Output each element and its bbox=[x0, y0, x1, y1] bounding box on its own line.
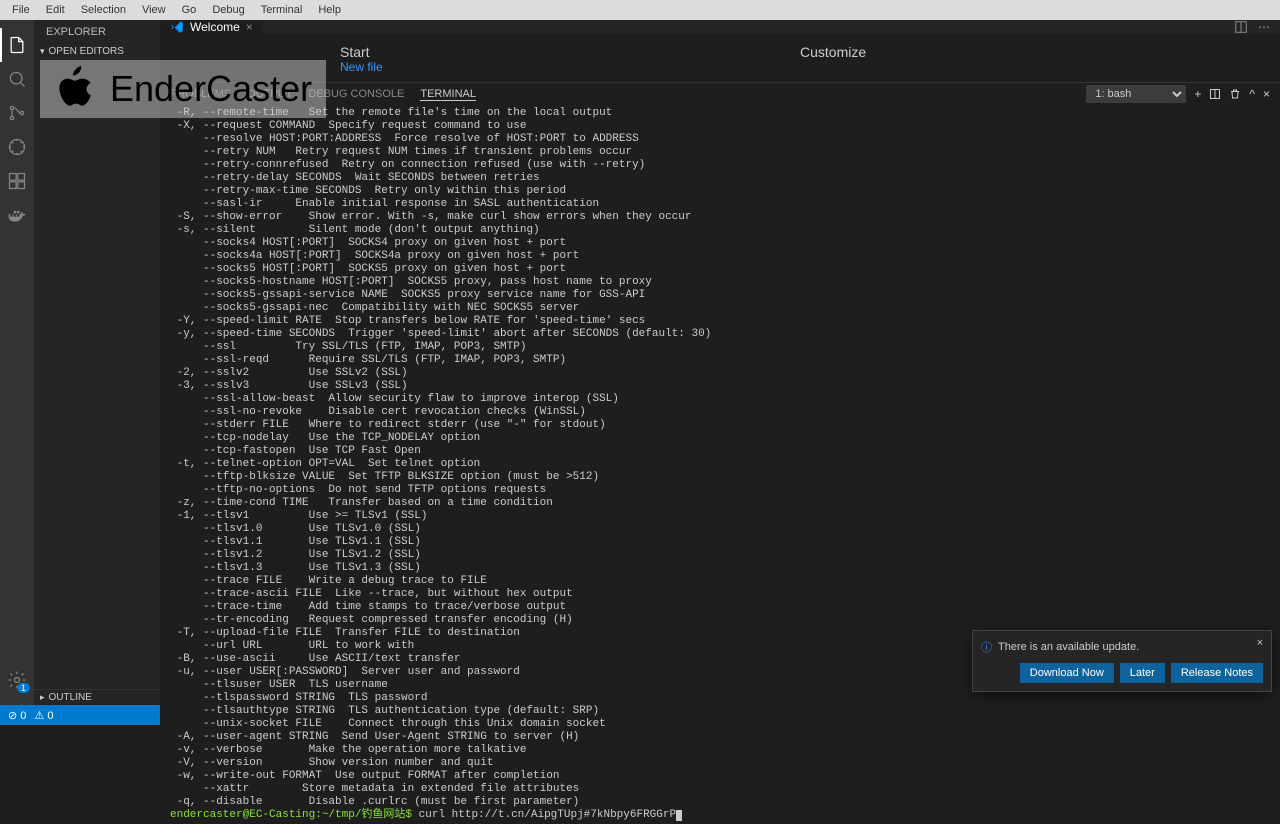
tab-welcome[interactable]: Welcome × bbox=[160, 20, 263, 34]
terminal-shell-select[interactable]: 1: bash bbox=[1086, 85, 1186, 103]
split-terminal-icon[interactable] bbox=[1209, 88, 1221, 100]
explorer-icon[interactable] bbox=[0, 28, 34, 62]
panel-tabs: PROBLEMS OUTPUT DEBUG CONSOLE TERMINAL 1… bbox=[160, 83, 1280, 105]
docker-icon[interactable] bbox=[0, 198, 34, 232]
menu-go[interactable]: Go bbox=[174, 2, 205, 18]
terminal-panel: PROBLEMS OUTPUT DEBUG CONSOLE TERMINAL 1… bbox=[160, 82, 1280, 824]
new-file-link[interactable]: New file bbox=[340, 60, 800, 74]
sidebar: EXPLORER OPEN EDITORS OUTLINE bbox=[34, 20, 160, 705]
tab-terminal[interactable]: TERMINAL bbox=[420, 88, 476, 101]
notification-message: There is an available update. bbox=[998, 641, 1139, 653]
menu-debug[interactable]: Debug bbox=[204, 2, 252, 18]
close-icon[interactable]: × bbox=[246, 20, 253, 34]
debug-icon[interactable] bbox=[0, 130, 34, 164]
settings-badge: 1 bbox=[17, 683, 30, 693]
source-control-icon[interactable] bbox=[0, 96, 34, 130]
extensions-icon[interactable] bbox=[0, 164, 34, 198]
menubar: File Edit Selection View Go Debug Termin… bbox=[0, 0, 1280, 20]
menu-help[interactable]: Help bbox=[310, 2, 349, 18]
activity-bar: 1 bbox=[0, 20, 34, 705]
open-editors-section[interactable]: OPEN EDITORS bbox=[34, 44, 160, 59]
watermark: EnderCaster bbox=[40, 60, 326, 118]
start-heading: Start bbox=[340, 44, 800, 60]
more-icon[interactable]: ⋯ bbox=[1258, 20, 1270, 34]
later-button[interactable]: Later bbox=[1120, 663, 1165, 683]
menu-terminal[interactable]: Terminal bbox=[253, 2, 311, 18]
outline-section[interactable]: OUTLINE bbox=[34, 689, 160, 705]
tab-bar: Welcome × ⋯ bbox=[160, 20, 1280, 34]
vscode-icon bbox=[170, 20, 184, 34]
customize-heading: Customize bbox=[800, 44, 1260, 60]
maximize-panel-icon[interactable]: ^ bbox=[1249, 87, 1255, 101]
menu-selection[interactable]: Selection bbox=[73, 2, 134, 18]
editor-area: Welcome × ⋯ EnderCaster Start New file C… bbox=[160, 20, 1280, 705]
welcome-page: Start New file Customize bbox=[160, 34, 1280, 82]
info-icon: ⓘ bbox=[981, 639, 992, 655]
menu-view[interactable]: View bbox=[134, 2, 174, 18]
menu-file[interactable]: File bbox=[4, 2, 38, 18]
close-icon[interactable]: × bbox=[1257, 637, 1263, 649]
release-notes-button[interactable]: Release Notes bbox=[1171, 663, 1263, 683]
tab-label: Welcome bbox=[190, 20, 240, 34]
update-notification: × ⓘ There is an available update. Downlo… bbox=[972, 630, 1272, 692]
terminal-output[interactable]: -R, --remote-time Set the remote file's … bbox=[160, 105, 1280, 824]
watermark-text: EnderCaster bbox=[110, 68, 312, 110]
menu-edit[interactable]: Edit bbox=[38, 2, 73, 18]
apple-icon bbox=[50, 64, 100, 114]
close-panel-icon[interactable]: × bbox=[1263, 87, 1270, 101]
kill-terminal-icon[interactable] bbox=[1229, 88, 1241, 100]
sidebar-title: EXPLORER bbox=[34, 20, 160, 44]
search-icon[interactable] bbox=[0, 62, 34, 96]
split-editor-icon[interactable] bbox=[1234, 20, 1248, 34]
settings-icon[interactable]: 1 bbox=[0, 663, 34, 697]
new-terminal-icon[interactable]: + bbox=[1194, 87, 1201, 101]
download-now-button[interactable]: Download Now bbox=[1020, 663, 1114, 683]
